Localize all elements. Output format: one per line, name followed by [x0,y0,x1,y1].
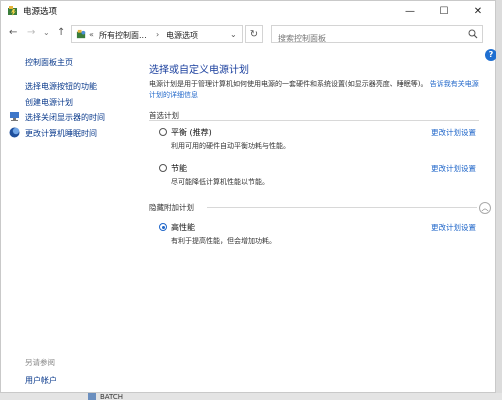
plan-name-power-saver[interactable]: 节能 [171,163,187,174]
plan-name-balanced[interactable]: 平衡 (推荐) [171,127,212,138]
plan-description-text: 电源计划是用于管理计算机如何使用电源的一套硬件和系统设置(如显示器亮度、睡眠等)… [149,80,428,88]
search-icon[interactable] [468,29,478,39]
sidebar-item-power-button[interactable]: 选择电源按钮的功能 [25,81,97,92]
power-options-icon [8,6,17,16]
window-shadow-bottom [0,393,502,400]
navigation-bar: ← → ⌄ ↑ « 所有控制面... › 电源选项 ⌄ ↻ [1,21,495,47]
divider [207,207,477,208]
main-content: 选择或自定义电源计划 电源计划是用于管理计算机如何使用电源的一套硬件和系统设置(… [147,47,491,393]
address-overflow-icon[interactable]: « [89,30,94,39]
refresh-icon: ↻ [249,28,259,40]
up-arrow-icon[interactable]: ↑ [57,27,65,38]
minimize-button[interactable]: — [393,1,427,21]
breadcrumb-power-options[interactable]: 电源选项 [166,30,198,41]
close-icon: ✕ [473,5,483,17]
hidden-plans-heading: 隐藏附加计划 [149,203,194,212]
back-arrow-icon[interactable]: ← [9,27,17,38]
maximize-button[interactable]: ☐ [427,1,461,21]
recent-locations-chevron-icon[interactable]: ⌄ [43,28,50,37]
monitor-icon [10,112,19,121]
address-bar[interactable]: « 所有控制面... › 电源选项 ⌄ [71,25,243,43]
collapse-chevron-icon[interactable]: ︿ [479,202,491,214]
sidebar-item-create-plan[interactable]: 创建电源计划 [25,97,73,108]
change-plan-settings-link-high-performance[interactable]: 更改计划设置 [431,222,476,233]
sidebar-control-panel-home[interactable]: 控制面板主页 [25,57,73,68]
breadcrumb-all-control-panel[interactable]: 所有控制面... [99,30,147,41]
sidebar-item-sleep-time[interactable]: 更改计算机睡眠时间 [25,128,97,139]
divider [149,120,479,121]
sidebar-item-user-accounts[interactable]: 用户帐户 [25,375,57,386]
search-box [271,25,483,47]
forward-arrow-icon[interactable]: → [27,27,35,38]
plan-name-high-performance[interactable]: 高性能 [171,222,195,233]
close-button[interactable]: ✕ [461,1,495,21]
title-bar: 电源选项 — ☐ ✕ [1,1,495,21]
change-plan-settings-link-power-saver[interactable]: 更改计划设置 [431,163,476,174]
see-also-heading: 另请参阅 [25,358,55,367]
control-panel-window: 电源选项 — ☐ ✕ ← → ⌄ ↑ « 所有控制面... › 电源选项 ⌄ ↻ [0,0,497,393]
sidebar-item-display-off[interactable]: 选择关闭显示器的时间 [25,112,105,123]
change-plan-settings-link-balanced[interactable]: 更改计划设置 [431,127,476,138]
page-title: 选择或自定义电源计划 [149,65,249,76]
plan-desc-power-saver: 尽可能降低计算机性能以节能。 [171,178,269,186]
control-panel-icon [76,29,86,39]
plan-radio-power-saver[interactable] [159,164,167,172]
plan-desc-balanced: 利用可用的硬件自动平衡功耗与性能。 [171,142,290,150]
minimize-icon: — [405,5,415,17]
plan-desc-high-performance: 有利于提高性能，但会增加功耗。 [171,237,276,245]
background-file-icon [88,393,96,400]
window-title: 电源选项 [23,7,58,17]
sidebar: 控制面板主页 选择电源按钮的功能 创建电源计划 选择关闭显示器的时间 更改计算机… [1,47,136,393]
address-dropdown-chevron-icon[interactable]: ⌄ [230,30,237,39]
plan-description: 电源计划是用于管理计算机如何使用电源的一套硬件和系统设置(如显示器亮度、睡眠等)… [149,79,485,101]
maximize-icon: ☐ [439,5,449,17]
search-input[interactable] [276,30,470,47]
plan-radio-balanced[interactable] [159,128,167,136]
plan-radio-high-performance[interactable] [159,223,167,231]
refresh-button[interactable]: ↻ [245,25,263,43]
breadcrumb-separator-icon: › [156,30,160,39]
sleep-moon-icon [9,127,20,138]
window-shadow-right [496,0,502,400]
